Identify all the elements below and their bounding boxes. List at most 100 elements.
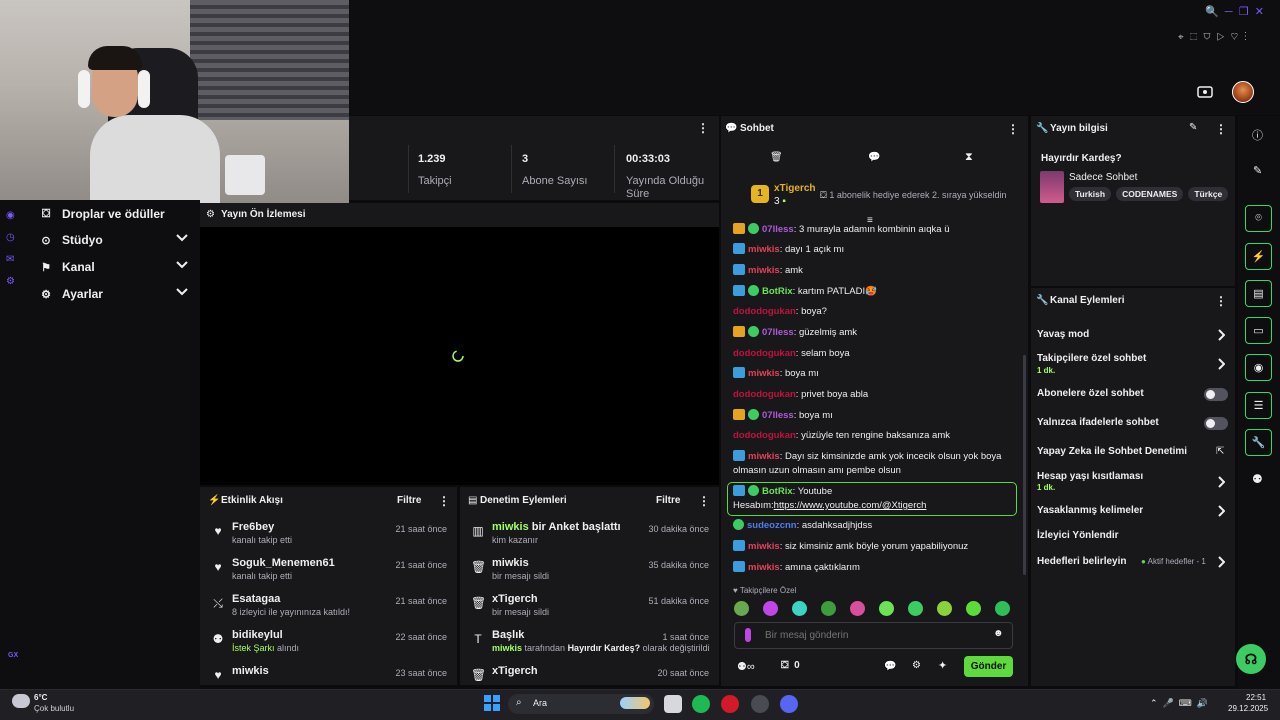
activity-item[interactable]: ♥ Fre6bey kanalı takip etti 21 saat önce [200,517,457,553]
avatar[interactable] [1232,81,1254,103]
channel-actions-menu-icon[interactable]: ⋮ [1215,294,1227,308]
chat-bubble-icon[interactable]: 💬 [884,661,896,672]
chat-username[interactable]: 07lless [762,327,794,338]
chat-username[interactable]: miwkis [748,562,780,573]
tag-chip[interactable]: CODENAMES [1116,187,1184,201]
redirect-viewers[interactable]: İzleyici Yönlendir [1037,530,1119,541]
chevron-right-icon[interactable] [1217,329,1225,341]
activity-name[interactable]: miwkis [232,665,269,677]
activity-item[interactable]: ⤯ Esatagaa 8 izleyici ile yayınınıza katıl… [200,589,457,625]
chat-scrollbar[interactable] [1023,355,1026,575]
browser-toolbar-icons[interactable]: ⌖⬚⛉▷♡⋮ [1178,32,1253,43]
emote-icon[interactable] [995,601,1010,616]
chevron-right-icon[interactable] [1217,358,1225,370]
chat-username[interactable]: dododogukan [733,430,796,441]
moderation-name[interactable]: miwkis [492,557,529,569]
emote-picker-icon[interactable]: ✦ [938,659,947,672]
activity-name[interactable]: Fre6bey [232,521,274,533]
emote-icon[interactable] [937,601,952,616]
chat-username[interactable]: BotRix [762,286,793,297]
nav-studio[interactable]: ⊙ Stüdyo [40,228,190,252]
chat-message-field[interactable] [765,627,985,643]
chat-username[interactable]: dododogukan [733,306,796,317]
emoji-icon[interactable]: ☻ [993,628,1004,639]
chevron-right-icon[interactable] [1217,556,1225,568]
emote-icon[interactable] [734,601,749,616]
emote-icon[interactable] [763,601,778,616]
emote-icon[interactable] [879,601,894,616]
gear-icon[interactable]: ⚙ [912,660,921,671]
weather-desc[interactable]: Çok bulutlu [34,704,74,713]
nav-settings[interactable]: ⚙ Ayarlar [40,282,190,306]
stats-menu-icon[interactable]: ⋮ [697,121,709,135]
moderation-name[interactable]: Başlık [492,629,524,641]
activity-item[interactable]: ⚉ bidikeylul İstek Şarkı alındı 22 saat önc… [200,625,457,661]
moderation-name[interactable]: miwkis bir Anket başlattı [492,521,621,533]
followers-only-chat[interactable]: Takipçilere özel sohbet [1037,353,1146,364]
people-icon[interactable]: ⚉ [1252,472,1263,486]
info-icon[interactable]: ⓘ [1252,127,1263,143]
chat-bubble-icon[interactable]: ▭ [1245,317,1272,344]
support-headset-icon[interactable]: ☊ [1236,644,1266,674]
tag-chip[interactable]: Turkish [1069,187,1112,201]
camera-icon[interactable]: ⌾ [1245,205,1272,232]
set-goals[interactable]: Hedefleri belirleyin [1037,556,1126,567]
theatre-icon[interactable] [1197,86,1213,98]
nav-drops[interactable]: ⛋ Droplar ve ödüller [40,202,190,226]
chat-username[interactable]: miwkis [748,541,780,552]
clock-date[interactable]: 29.12.2025 [1228,704,1268,713]
activity-item[interactable]: ♥ Soguk_Menemen61 kanalı takip etti 21 saat… [200,553,457,589]
chat-username[interactable]: sudeozcnn [747,520,797,531]
activity-name[interactable]: Esatagaa [232,593,280,605]
activity-menu-icon[interactable]: ⋮ [438,494,450,508]
moderation-item[interactable]: 🗑 xTigerch bir mesajı sildi 51 dakika önce [460,589,719,625]
external-link-icon[interactable]: ⇱ [1216,446,1224,457]
moderation-item[interactable]: ▥ miwkis bir Anket başlattı kim kazanır 30 … [460,517,719,553]
nav-channel[interactable]: ⚑ Kanal [40,255,190,279]
moderation-name[interactable]: xTigerch [492,593,538,605]
opera-gx-icon[interactable] [721,695,739,713]
chat-menu-icon[interactable]: ⋮ [1007,122,1019,136]
wrench-icon[interactable]: 🔧 [1245,429,1272,456]
send-button[interactable]: Gönder [964,656,1013,677]
account-age-restriction[interactable]: Hesap yaşı kısıtlaması [1037,471,1143,482]
pencil-icon[interactable]: ✎ [1189,122,1197,133]
microphone-icon[interactable] [745,628,751,642]
chat-username[interactable]: BotRix [762,486,793,497]
moderation-name[interactable]: xTigerch [492,665,538,677]
system-tray-icons[interactable]: ⌃ 🎤 ⌨ 🔊 [1150,698,1208,709]
slow-mode[interactable]: Yavaş mod [1037,329,1089,340]
banned-words[interactable]: Yasaklanmış kelimeler [1037,505,1143,516]
emote-icon[interactable] [792,601,807,616]
lightning-icon[interactable]: ⚡ [1245,243,1272,270]
side-rail-icons[interactable]: ◉ ◷ ✉ ⚙ [6,205,20,293]
chat-username[interactable]: miwkis [748,368,780,379]
subscribers-only-toggle[interactable] [1204,388,1228,401]
moderation-filter-button[interactable]: Filtre [656,495,680,506]
weather-temp[interactable]: 6°C [34,693,47,702]
chat-username[interactable]: miwkis [748,451,780,462]
discord-icon[interactable] [780,695,798,713]
moderation-item[interactable]: T Başlık miwkis tarafından Hayırdır Kardeş… [460,625,719,661]
emote-icon[interactable] [908,601,923,616]
layout-icon[interactable]: ☰ [1245,392,1272,419]
emote-icon[interactable] [821,601,836,616]
chat-username[interactable]: miwkis [748,244,780,255]
activity-filter-button[interactable]: Filtre [397,495,421,506]
window-controls[interactable]: 🔍 ─ ❐ ✕ [1205,5,1264,18]
chevron-right-icon[interactable] [1217,505,1225,517]
chat-username[interactable]: dododogukan [733,348,796,359]
emote-icon[interactable] [850,601,865,616]
broadcast-icon[interactable]: ◉ [1245,354,1272,381]
chevron-right-icon[interactable] [1217,476,1225,488]
infinity-icon[interactable]: ⚉∞ [737,660,755,673]
task-view-icon[interactable] [664,695,682,713]
clock-time[interactable]: 22:51 [1246,693,1266,702]
document-icon[interactable]: ▤ [1245,280,1272,307]
tag-chip[interactable]: Türkçe [1188,187,1229,201]
moderation-menu-icon[interactable]: ⋮ [698,494,710,508]
trash-icon[interactable]: 🗑 [770,152,783,163]
chat-username[interactable]: 07lless [762,410,794,421]
chat-username[interactable]: miwkis [748,265,780,276]
stream-info-menu-icon[interactable]: ⋮ [1215,122,1227,136]
